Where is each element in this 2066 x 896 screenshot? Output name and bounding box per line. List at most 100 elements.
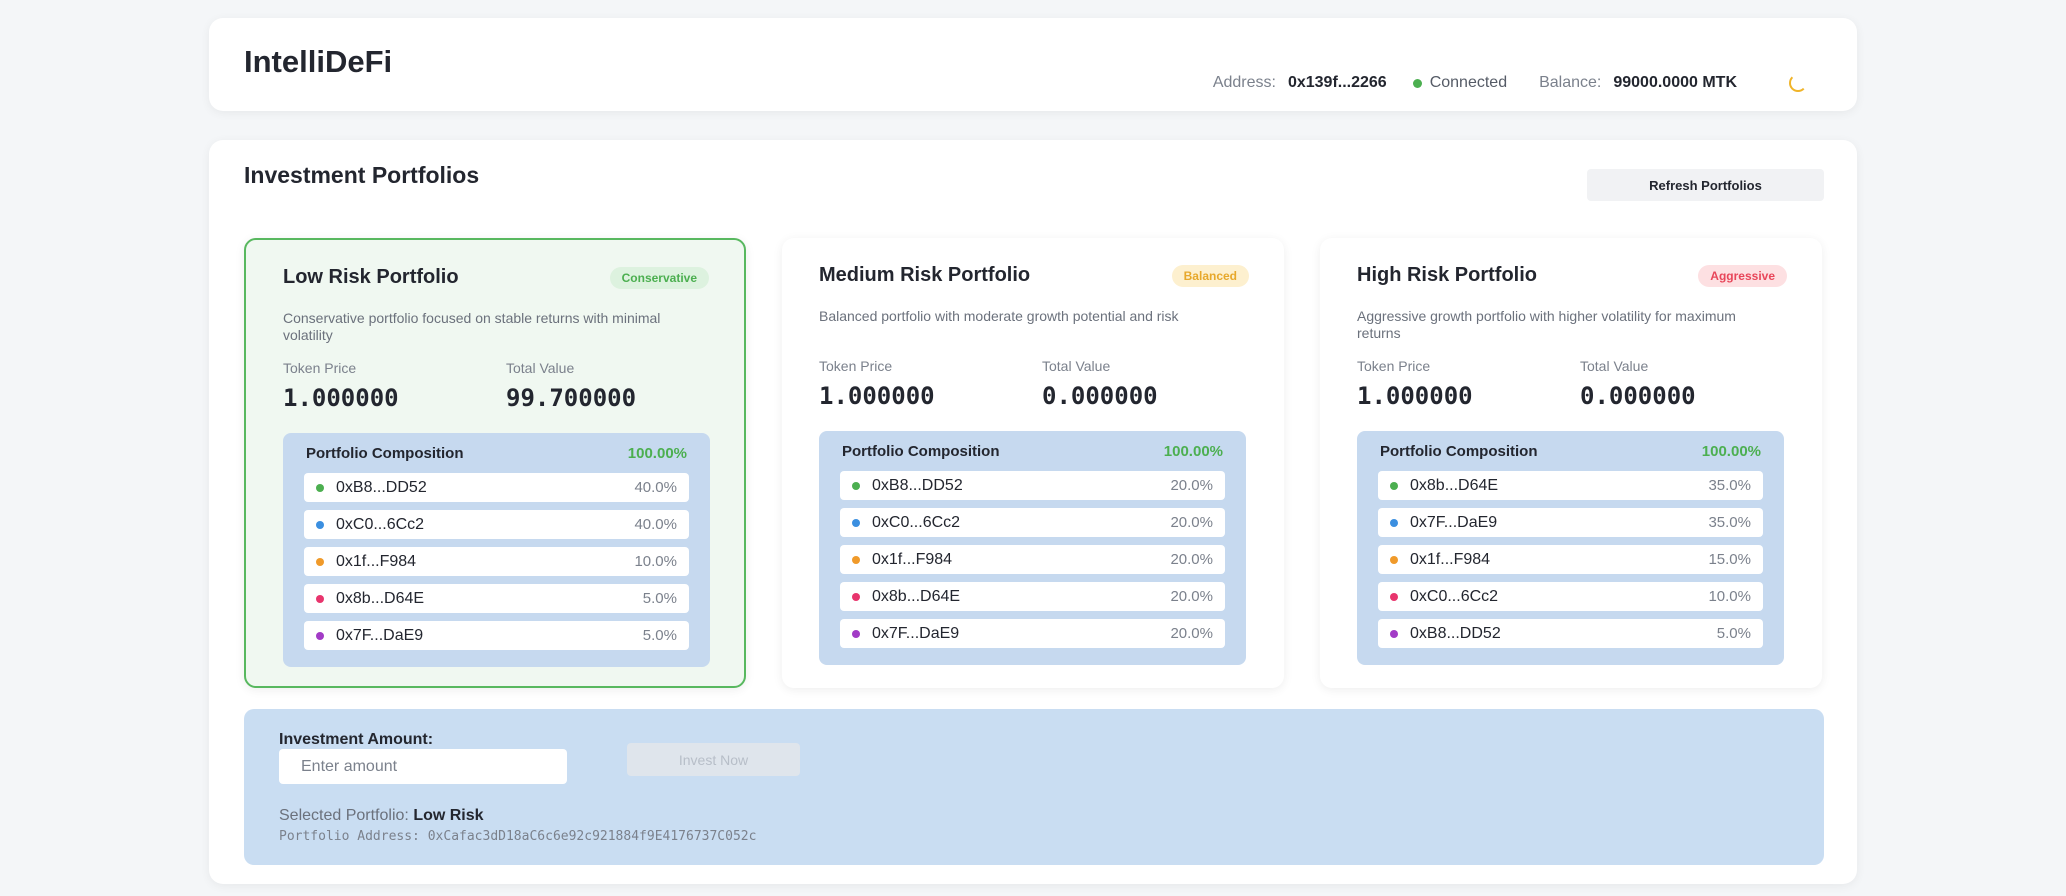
composition-item: 0xB8...DD52 40.0% [304, 473, 689, 502]
token-dot-icon [1390, 592, 1398, 601]
token-dot-icon [316, 631, 324, 640]
section-title: Investment Portfolios [244, 162, 480, 188]
token-price-value: 1.000000 [1357, 382, 1473, 410]
portfolio-title: Low Risk Portfolio [283, 266, 459, 288]
portfolio-address: Portfolio Address: 0xCafac3dD18aC6c6e92c… [279, 829, 756, 844]
token-percent: 40.0% [634, 516, 677, 533]
token-percent: 10.0% [1708, 588, 1751, 605]
wallet-info: Address: 0x139f...2266 Connected Balance… [1213, 63, 1807, 103]
portfolio-composition: Portfolio Composition 100.00% 0xB8...DD5… [819, 431, 1246, 665]
token-dot-icon [852, 629, 860, 638]
composition-item: 0xC0...6Cc2 40.0% [304, 510, 689, 539]
total-value-label: Total Value [506, 360, 575, 376]
portfolio-address-label: Portfolio Address: [279, 829, 420, 844]
wallet-address: 0x139f...2266 [1287, 74, 1387, 91]
token-price: Token Price 1.000000 [283, 360, 399, 412]
token-price: Token Price 1.000000 [1357, 358, 1473, 410]
total-value-label: Total Value [1580, 358, 1649, 374]
portfolio-description: Conservative portfolio focused on stable… [283, 310, 661, 343]
composition-item: 0xB8...DD52 20.0% [840, 471, 1225, 500]
token-dot-icon [1390, 481, 1398, 490]
portfolio-card-medium-risk[interactable]: Medium Risk Portfolio Balanced Balanced … [782, 238, 1284, 688]
token-dot-icon [1390, 555, 1398, 564]
token-address: 0x8b...D64E [336, 589, 425, 607]
token-dot-icon [852, 518, 860, 527]
token-dot-icon [1390, 518, 1398, 527]
token-percent: 40.0% [634, 479, 677, 496]
token-address: 0xC0...6Cc2 [872, 513, 961, 531]
token-price-value: 1.000000 [283, 384, 399, 412]
portfolio-card-high-risk[interactable]: High Risk Portfolio Aggressive Aggressiv… [1320, 238, 1822, 688]
composition-title: Portfolio Composition [1380, 443, 1538, 460]
token-percent: 5.0% [1716, 625, 1751, 642]
token-price-value: 1.000000 [819, 382, 935, 410]
composition-item: 0x7F...DaE9 35.0% [1378, 508, 1763, 537]
composition-item: 0x7F...DaE9 5.0% [304, 621, 689, 650]
token-address: 0x8b...D64E [872, 587, 961, 605]
portfolios-section: Investment Portfolios Refresh Portfolios… [209, 140, 1857, 884]
risk-badge: Balanced [1171, 264, 1249, 287]
token-dot-icon [316, 520, 324, 529]
loading-spinner-icon [1789, 74, 1807, 92]
investment-amount-input[interactable] [279, 749, 567, 784]
connection-status: Connected [1412, 74, 1508, 92]
token-price: Token Price 1.000000 [819, 358, 935, 410]
risk-badge: Aggressive [1698, 264, 1787, 287]
token-dot-icon [852, 555, 860, 564]
portfolio-composition: Portfolio Composition 100.00% 0x8b...D64… [1357, 431, 1784, 665]
invest-panel: Investment Amount: Invest Now Selected P… [244, 709, 1824, 865]
balance-label: Balance: [1539, 74, 1602, 91]
total-value-label: Total Value [1042, 358, 1111, 374]
token-address: 0x1f...F984 [336, 552, 417, 570]
token-address: 0xB8...DD52 [1410, 624, 1501, 642]
token-address: 0x7F...DaE9 [872, 624, 960, 642]
token-percent: 20.0% [1170, 588, 1213, 605]
app-header: IntelliDeFi Address: 0x139f...2266 Conne… [209, 18, 1857, 111]
composition-total: 100.00% [627, 445, 687, 462]
selected-portfolio: Selected Portfolio: Low Risk [279, 807, 484, 825]
risk-badge: Conservative [609, 266, 709, 289]
token-address: 0x7F...DaE9 [336, 626, 424, 644]
token-address: 0x8b...D64E [1410, 476, 1499, 494]
address-label: Address: [1212, 74, 1276, 91]
total-value: Total Value 99.700000 [506, 360, 636, 412]
app-logo: IntelliDeFi [244, 44, 393, 79]
total-value-value: 0.000000 [1580, 382, 1696, 410]
token-address: 0xB8...DD52 [872, 476, 963, 494]
token-address: 0xB8...DD52 [336, 478, 427, 496]
token-percent: 35.0% [1708, 477, 1751, 494]
composition-item: 0xC0...6Cc2 20.0% [840, 508, 1225, 537]
token-percent: 5.0% [642, 627, 677, 644]
composition-item: 0x7F...DaE9 20.0% [840, 619, 1225, 648]
composition-item: 0x1f...F984 15.0% [1378, 545, 1763, 574]
token-dot-icon [852, 592, 860, 601]
portfolio-composition: Portfolio Composition 100.00% 0xB8...DD5… [283, 433, 710, 667]
invest-now-button[interactable]: Invest Now [627, 743, 800, 776]
refresh-portfolios-button[interactable]: Refresh Portfolios [1587, 169, 1824, 201]
total-value-value: 99.700000 [506, 384, 637, 412]
token-percent: 20.0% [1170, 514, 1213, 531]
composition-item: 0x8b...D64E 20.0% [840, 582, 1225, 611]
status-text: Connected [1429, 74, 1508, 91]
token-percent: 5.0% [642, 590, 677, 607]
token-address: 0x1f...F984 [872, 550, 953, 568]
portfolio-description: Aggressive growth portfolio with higher … [1357, 308, 1736, 341]
token-percent: 15.0% [1708, 551, 1751, 568]
token-address: 0x1f...F984 [1410, 550, 1491, 568]
portfolio-card-low-risk[interactable]: Low Risk Portfolio Conservative Conserva… [244, 238, 746, 688]
total-value: Total Value 0.000000 [1580, 358, 1696, 410]
composition-title: Portfolio Composition [842, 443, 1000, 460]
total-value-value: 0.000000 [1042, 382, 1158, 410]
token-address: 0x7F...DaE9 [1410, 513, 1498, 531]
composition-item: 0x1f...F984 10.0% [304, 547, 689, 576]
portfolio-description: Balanced portfolio with moderate growth … [819, 308, 1179, 324]
composition-total: 100.00% [1163, 443, 1223, 460]
portfolio-address-value: 0xCafac3dD18aC6c6e92c921884f9E4176737C05… [427, 829, 757, 844]
composition-item: 0xB8...DD52 5.0% [1378, 619, 1763, 648]
token-dot-icon [316, 594, 324, 603]
token-address: 0xC0...6Cc2 [1410, 587, 1499, 605]
portfolio-title: Medium Risk Portfolio [819, 264, 1031, 286]
token-dot-icon [316, 483, 324, 492]
composition-total: 100.00% [1701, 443, 1761, 460]
composition-item: 0x1f...F984 20.0% [840, 545, 1225, 574]
